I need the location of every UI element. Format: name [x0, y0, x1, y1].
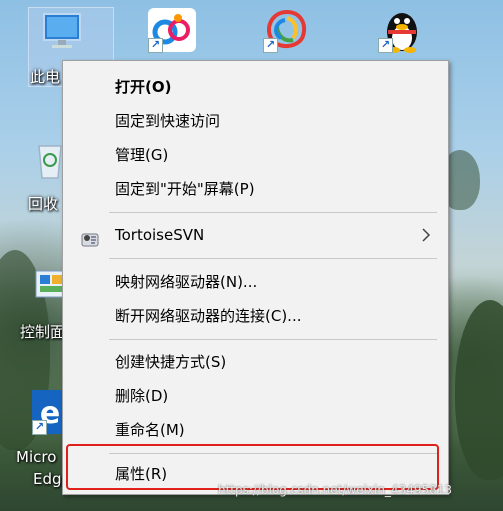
- app-shortcut-desktop-icon[interactable]: ↗: [148, 8, 196, 56]
- tree-scenery: [455, 300, 503, 480]
- menu-item-delete[interactable]: 删除(D): [63, 379, 448, 413]
- watermark-text: https://blog.csdn.net/weixin_43495813: [218, 483, 453, 497]
- menu-separator: [109, 212, 437, 213]
- menu-item-pin-start[interactable]: 固定到"开始"屏幕(P): [63, 172, 448, 206]
- menu-item-label: 映射网络驱动器(N)...: [115, 273, 258, 291]
- edge-label-line1: Micro: [16, 448, 57, 466]
- tortoisesvn-icon: [79, 226, 101, 260]
- menu-item-label: 断开网络驱动器的连接(C)...: [115, 307, 302, 325]
- menu-item-create-shortcut[interactable]: 创建快捷方式(S): [63, 345, 448, 379]
- menu-separator: [109, 339, 437, 340]
- recycle-bin-label: 回收: [28, 195, 59, 213]
- shortcut-arrow-icon: ↗: [263, 38, 278, 53]
- menu-item-tortoisesvn[interactable]: TortoiseSVN: [63, 218, 448, 252]
- recycle-bin-icon: [38, 145, 62, 179]
- menu-item-label: TortoiseSVN: [115, 226, 205, 244]
- context-menu: 打开(O) 固定到快速访问 管理(G) 固定到"开始"屏幕(P) Tortois…: [62, 60, 449, 495]
- monitor-icon: [43, 13, 81, 48]
- menu-item-label: 固定到快速访问: [115, 112, 221, 130]
- control-panel-label: 控制面: [20, 323, 66, 341]
- menu-item-disconnect-network-drive[interactable]: 断开网络驱动器的连接(C)...: [63, 299, 448, 333]
- app-shortcut-desktop-icon[interactable]: ↗: [263, 8, 311, 56]
- this-pc-label: 此电: [30, 68, 61, 86]
- edge-label-line2: Edg: [33, 470, 62, 488]
- menu-item-open[interactable]: 打开(O): [63, 70, 448, 104]
- shortcut-arrow-icon: ↗: [378, 38, 393, 53]
- shortcut-arrow-icon: ↗: [148, 38, 163, 53]
- menu-item-label: 删除(D): [115, 387, 169, 405]
- this-pc-desktop-icon[interactable]: [38, 12, 86, 56]
- menu-item-label: 固定到"开始"屏幕(P): [115, 180, 255, 198]
- menu-item-rename[interactable]: 重命名(M): [63, 413, 448, 447]
- menu-item-label: 重命名(M): [115, 421, 185, 439]
- recycle-bin-desktop-icon[interactable]: [35, 140, 65, 184]
- menu-separator: [109, 258, 437, 259]
- qq-desktop-icon[interactable]: ↗: [378, 6, 426, 58]
- menu-item-label: 创建快捷方式(S): [115, 353, 227, 371]
- menu-item-map-network-drive[interactable]: 映射网络驱动器(N)...: [63, 265, 448, 299]
- menu-item-label: 管理(G): [115, 146, 169, 164]
- menu-item-pin-quick-access[interactable]: 固定到快速访问: [63, 104, 448, 138]
- menu-item-manage[interactable]: 管理(G): [63, 138, 448, 172]
- shortcut-arrow-icon: ↗: [32, 420, 47, 435]
- menu-item-label: 打开(O): [115, 78, 172, 96]
